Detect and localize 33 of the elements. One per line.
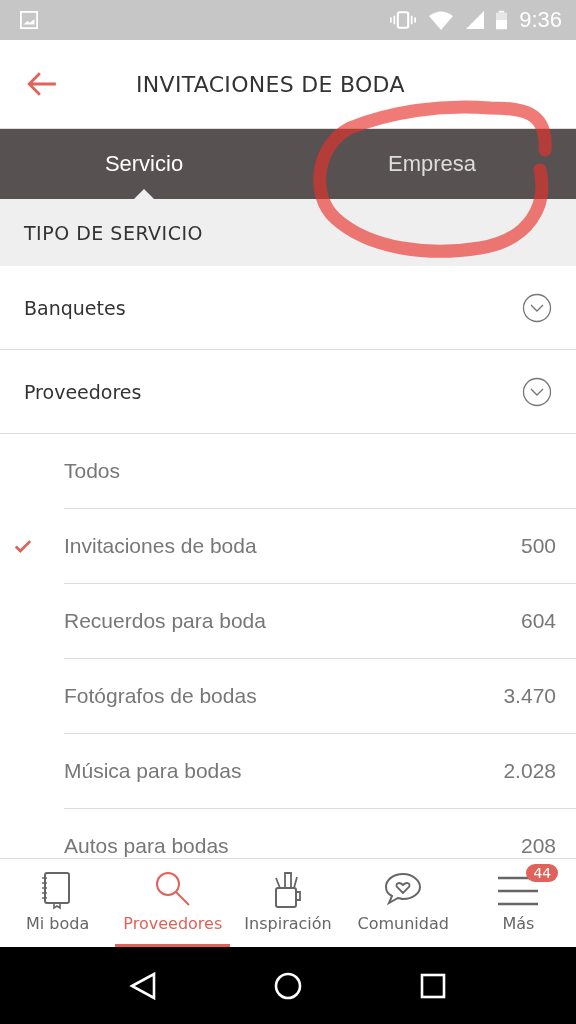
image-icon	[20, 10, 38, 30]
category-row[interactable]: Proveedores	[0, 350, 576, 434]
count-text: 3.470	[503, 684, 556, 708]
nav-tab[interactable]: 44 Más	[460, 859, 576, 947]
chevron-icon[interactable]	[522, 376, 552, 407]
section-header: TIPO DE SERVICIO	[0, 199, 576, 266]
chevron-icon[interactable]	[522, 292, 552, 323]
list-item[interactable]: Recuerdos para boda 604	[0, 584, 576, 659]
nav-tab[interactable]: Comunidad	[345, 859, 461, 947]
recents-square-icon[interactable]	[419, 971, 448, 1000]
list-item[interactable]: Todos	[0, 434, 576, 509]
category-row[interactable]: Banquetes	[0, 266, 576, 350]
page-title: INVITACIONES DE BODA	[136, 71, 405, 97]
home-circle-icon[interactable]	[274, 971, 302, 1000]
tab[interactable]: Empresa	[288, 129, 576, 199]
count-text: 2.028	[503, 759, 556, 783]
tab[interactable]: Servicio	[0, 129, 288, 199]
list-item[interactable]: Música para bodas 2.028	[0, 734, 576, 809]
back-arrow-icon	[26, 71, 58, 97]
count-text: 208	[520, 834, 556, 858]
battery-icon	[496, 10, 508, 30]
count-text: 500	[520, 534, 556, 558]
list-item[interactable]: Invitaciones de boda 500	[0, 509, 576, 584]
wifi-icon	[428, 10, 455, 30]
nav-tab[interactable]: Mi boda	[0, 859, 116, 947]
clock-time: 9:36	[519, 7, 562, 33]
count-text: 604	[520, 609, 556, 633]
list-item[interactable]: Fotógrafos de bodas 3.470	[0, 659, 576, 734]
back-triangle-icon[interactable]	[128, 971, 157, 1000]
vibrate-icon	[390, 10, 417, 30]
nav-tab[interactable]: Inspiración	[230, 859, 346, 947]
notification-badge: 44	[526, 864, 559, 882]
signal-icon	[466, 10, 485, 30]
